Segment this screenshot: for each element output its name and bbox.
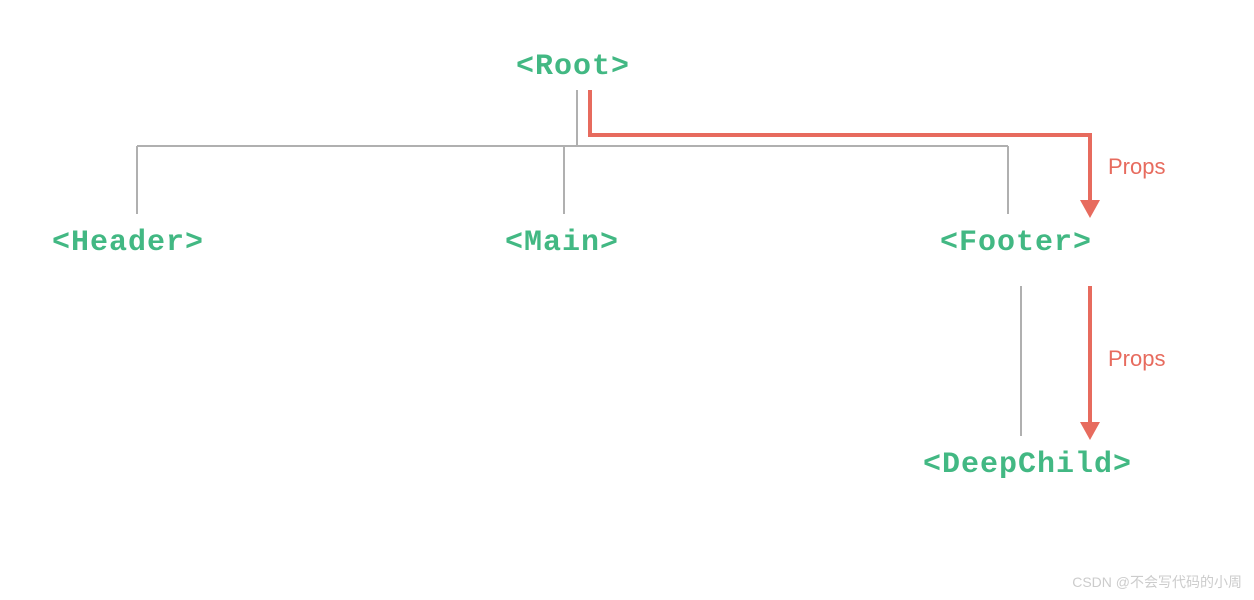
node-header: <Header> — [52, 226, 204, 260]
props-arrow-1 — [590, 90, 1090, 205]
watermark: CSDN @不会写代码的小周 — [1072, 572, 1242, 592]
label-props-2: Props — [1108, 346, 1165, 372]
diagram-connectors — [0, 0, 1254, 600]
props-arrowhead-2 — [1080, 422, 1100, 440]
node-deepchild: <DeepChild> — [923, 448, 1132, 482]
node-footer: <Footer> — [940, 226, 1092, 260]
props-arrowhead-1 — [1080, 200, 1100, 218]
node-root: <Root> — [516, 50, 630, 84]
node-main: <Main> — [505, 226, 619, 260]
label-props-1: Props — [1108, 154, 1165, 180]
